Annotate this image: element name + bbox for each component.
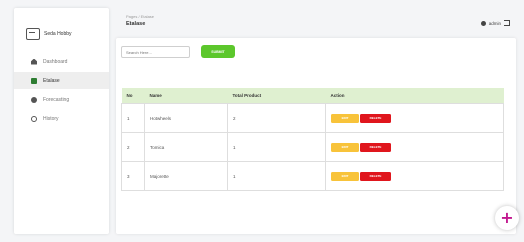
- cell-name: Tomica: [144, 132, 228, 162]
- cell-no: 2: [121, 132, 145, 162]
- sidebar-item-etalase[interactable]: Etalase: [14, 72, 109, 89]
- cell-total-product: 1: [227, 161, 326, 191]
- sidebar: Seda Hobby Dashboard Etalase Forecasting…: [14, 8, 109, 234]
- user-menu[interactable]: admin: [480, 20, 510, 26]
- column-header-action: Action: [330, 93, 345, 98]
- sidebar-item-label: History: [43, 115, 59, 122]
- cell-action: EDIT DELETE: [325, 161, 504, 191]
- search-input[interactable]: [121, 46, 190, 58]
- user-name: admin: [488, 20, 501, 26]
- sidebar-item-dashboard[interactable]: Dashboard: [14, 53, 109, 70]
- cell-action: EDIT DELETE: [325, 103, 504, 133]
- delete-button[interactable]: DELETE: [360, 171, 391, 181]
- table-row: 3 Majorette 1 EDIT DELETE: [121, 161, 504, 191]
- user-icon: [480, 20, 486, 26]
- table-row: 2 Tomica 1 EDIT DELETE: [121, 132, 504, 162]
- edit-button[interactable]: EDIT: [331, 171, 359, 181]
- breadcrumb[interactable]: Pages / Etalase: [126, 14, 154, 19]
- column-header-no: No: [126, 93, 133, 98]
- column-header-name: Name: [149, 93, 162, 98]
- main-content: Pages / Etalase Etalase admin SUBMIT No …: [116, 8, 516, 234]
- delete-button[interactable]: DELETE: [360, 113, 391, 123]
- gear-icon: [31, 96, 37, 103]
- etalase-card: SUBMIT No Name Total Product Action 1 Ho…: [116, 38, 516, 234]
- cell-no: 1: [121, 103, 145, 133]
- submit-button[interactable]: SUBMIT: [201, 45, 235, 58]
- add-button[interactable]: +: [495, 206, 519, 230]
- sidebar-item-label: Forecasting: [43, 96, 70, 103]
- cell-name: Majorette: [144, 161, 228, 191]
- edit-button[interactable]: EDIT: [331, 113, 359, 123]
- brand-name: Seda Hobby: [44, 31, 72, 37]
- sidebar-item-history[interactable]: History: [14, 110, 109, 127]
- shop-logo-icon: [26, 28, 40, 40]
- storefront-icon: [31, 77, 37, 84]
- cell-total-product: 2: [227, 103, 326, 133]
- etalase-table: No Name Total Product Action 1 Hotwheels…: [121, 88, 504, 191]
- cell-total-product: 1: [227, 132, 326, 162]
- table-header-row: No Name Total Product Action: [121, 88, 504, 104]
- cell-name: Hotwheels: [144, 103, 228, 133]
- page-title: Etalase: [126, 21, 146, 27]
- delete-button[interactable]: DELETE: [360, 142, 391, 152]
- brand[interactable]: Seda Hobby: [26, 28, 72, 40]
- cell-action: EDIT DELETE: [325, 132, 504, 162]
- sidebar-item-label: Etalase: [43, 77, 60, 84]
- table-row: 1 Hotwheels 2 EDIT DELETE: [121, 103, 504, 133]
- sidebar-item-label: Dashboard: [43, 58, 68, 65]
- edit-button[interactable]: EDIT: [331, 142, 359, 152]
- column-header-total-product: Total Product: [232, 93, 262, 98]
- home-icon: [31, 58, 37, 65]
- history-icon: [31, 115, 37, 122]
- sidebar-item-forecasting[interactable]: Forecasting: [14, 91, 109, 108]
- logout-icon[interactable]: [504, 20, 510, 26]
- app-window: Seda Hobby Dashboard Etalase Forecasting…: [0, 0, 524, 242]
- cell-no: 3: [121, 161, 145, 191]
